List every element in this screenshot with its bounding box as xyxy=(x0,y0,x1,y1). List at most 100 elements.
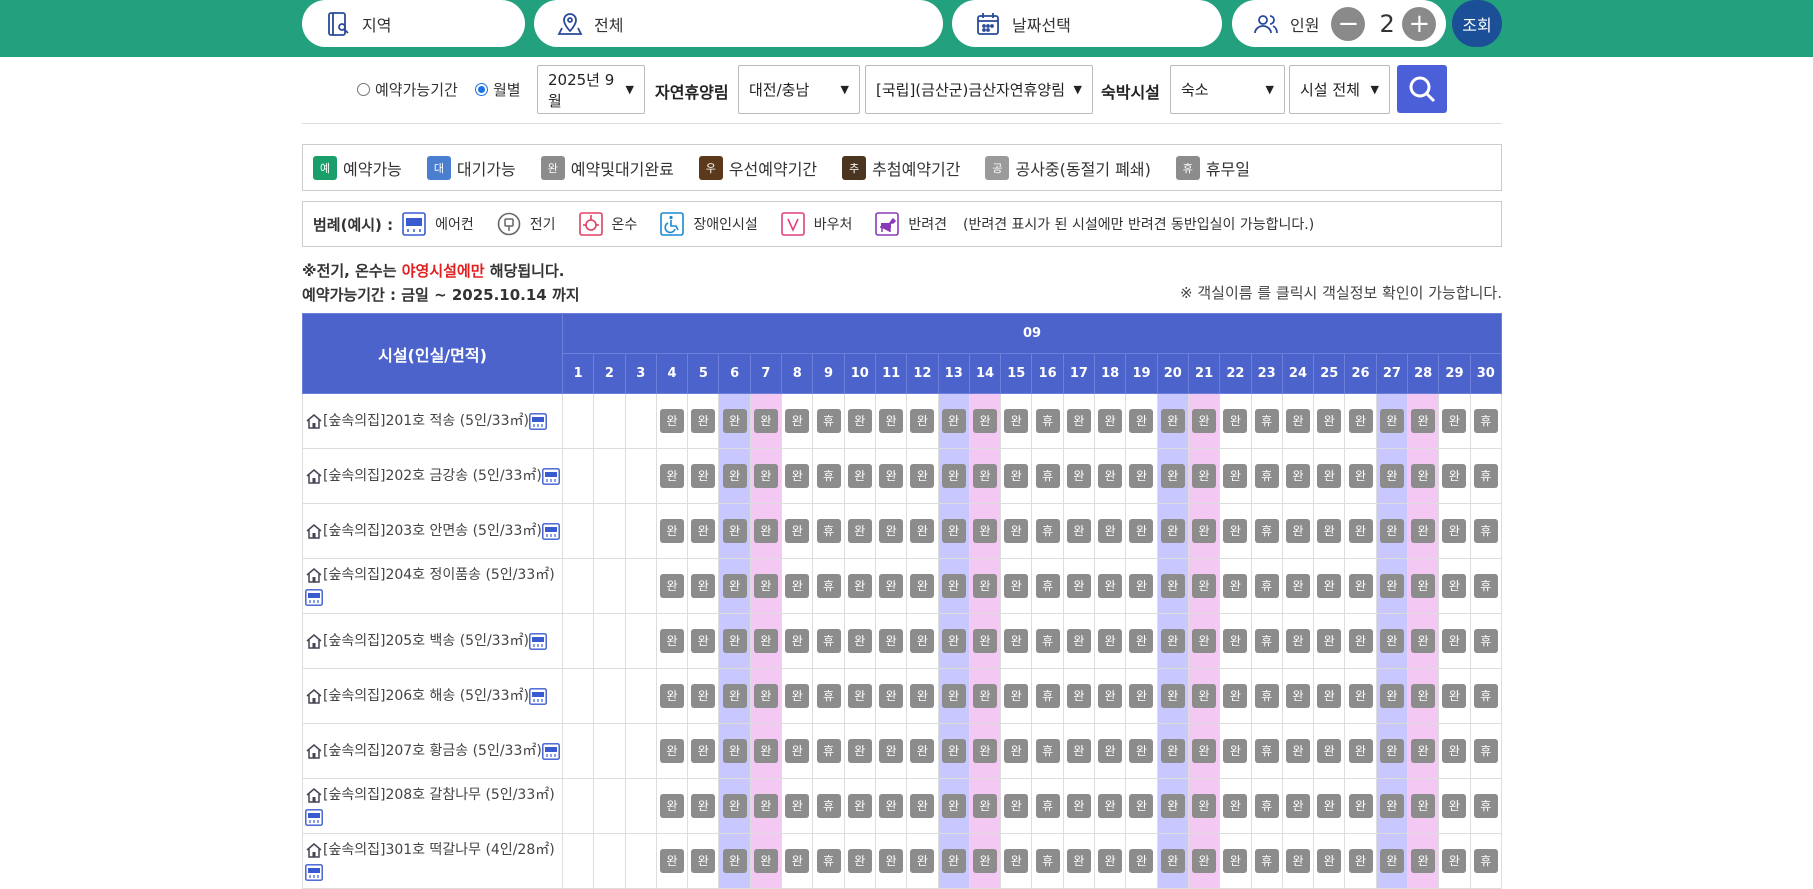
room-name-cell[interactable]: [숲속의집]203호 안면송 (5인/33㎡) xyxy=(302,503,563,559)
facility-select[interactable]: 시설 전체 ▼ xyxy=(1289,65,1390,114)
booked-badge: 완 xyxy=(1004,794,1029,818)
legend-disabled: 장애인시설 xyxy=(659,211,758,237)
people-selector: 인원 − 2 + xyxy=(1232,0,1446,47)
day-cell: 완 xyxy=(843,503,876,559)
day-header: 29 xyxy=(1438,353,1471,394)
day-cell: 완 xyxy=(1344,393,1377,449)
legend-item: 휴 휴무일 xyxy=(1175,155,1250,180)
booked-badge: 완 xyxy=(1066,684,1091,708)
day-cell: 완 xyxy=(1407,723,1440,779)
room-name-cell[interactable]: [숲속의집]202호 금강송 (5인/33㎡) xyxy=(302,448,563,504)
radio-button-selected[interactable] xyxy=(475,83,488,96)
house-icon xyxy=(306,688,322,704)
room-name-cell[interactable]: [숲속의집]206호 해송 (5인/33㎡) xyxy=(302,668,563,724)
status-badge: 예 xyxy=(313,155,337,180)
day-cell: 완 xyxy=(1438,833,1471,889)
booked-badge: 완 xyxy=(1192,574,1217,598)
booked-badge: 완 xyxy=(1442,739,1467,763)
inquiry-button[interactable]: 조회 xyxy=(1452,0,1502,47)
note-reservation-period: 예약가능기간 : 금일 ~ 2025.10.14 까지 xyxy=(302,286,580,304)
booked-badge: 완 xyxy=(1192,629,1217,653)
day-cell xyxy=(561,558,595,614)
room-name-cell[interactable]: [숲속의집]205호 백송 (5인/33㎡) xyxy=(302,613,563,669)
day-cell: 완 xyxy=(937,723,970,779)
day-cell xyxy=(561,833,595,889)
day-cell: 완 xyxy=(1313,393,1346,449)
day-cell: 휴 xyxy=(812,668,845,724)
day-cell: 완 xyxy=(1438,448,1471,504)
room-name-cell[interactable]: [숲속의집]207호 황금송 (5인/33㎡) xyxy=(302,723,563,779)
booked-badge: 완 xyxy=(1379,629,1404,653)
closed-badge: 휴 xyxy=(816,409,841,433)
day-cell: 완 xyxy=(687,668,720,724)
region-selector[interactable]: 지역 xyxy=(302,0,525,47)
room-name[interactable]: [숲속의집]207호 황금송 (5인/33㎡) xyxy=(323,743,542,759)
booked-badge: 완 xyxy=(910,849,935,873)
month-select[interactable]: 2025년 9월 ▼ xyxy=(537,65,645,114)
room-name[interactable]: [숲속의집]201호 적송 (5인/33㎡) xyxy=(323,413,529,429)
booked-badge: 완 xyxy=(753,849,778,873)
room-name-cell[interactable]: [숲속의집]201호 적송 (5인/33㎡) xyxy=(302,393,563,449)
booked-badge: 완 xyxy=(1317,629,1342,653)
room-name[interactable]: [숲속의집]203호 안면송 (5인/33㎡) xyxy=(323,523,542,539)
day-cell: 완 xyxy=(1094,668,1127,724)
day-cell: 완 xyxy=(1375,723,1409,779)
day-cell: 완 xyxy=(1375,778,1409,834)
booked-badge: 완 xyxy=(847,684,872,708)
table-row: [숲속의집]202호 금강송 (5인/33㎡) 완 완 완 완 완 휴 완 완 완 완 완 완 휴 완 완 완 완… xyxy=(302,448,1503,504)
day-cell xyxy=(593,448,626,504)
day-cell: 휴 xyxy=(812,778,845,834)
day-cell xyxy=(561,723,595,779)
booked-badge: 완 xyxy=(941,849,966,873)
day-cell: 완 xyxy=(968,833,1002,889)
day-cell: 휴 xyxy=(812,833,845,889)
room-name-cell[interactable]: [숲속의집]208호 갈참나무 (5인/33㎡) xyxy=(302,778,563,834)
icon-legend-title: 범례(예시) : xyxy=(313,215,394,234)
region-select[interactable]: 대전/충남 ▼ xyxy=(738,65,860,114)
day-cell: 완 xyxy=(718,668,751,724)
day-cell: 완 xyxy=(937,448,970,504)
decrease-people-button[interactable]: − xyxy=(1331,6,1366,41)
room-name[interactable]: [숲속의집]208호 갈참나무 (5인/33㎡) xyxy=(323,787,555,803)
day-header: 23 xyxy=(1250,353,1283,394)
area-selector[interactable]: 전체 xyxy=(534,0,943,47)
voucher-icon xyxy=(780,211,806,237)
booked-badge: 완 xyxy=(973,409,997,433)
booked-badge: 완 xyxy=(1348,629,1373,653)
room-name[interactable]: [숲속의집]202호 금강송 (5인/33㎡) xyxy=(323,468,542,484)
increase-people-button[interactable]: + xyxy=(1402,6,1437,41)
filter-bar: 예약가능기간 월별 2025년 9월 ▼ 자연휴양림 대전/충남 ▼ [국립](금산… xyxy=(302,64,1502,124)
forest-select[interactable]: [국립](금산군)금산자연휴양림 ▼ xyxy=(865,65,1093,114)
closed-badge: 휴 xyxy=(1035,849,1060,873)
day-cell xyxy=(624,723,657,779)
search-button[interactable] xyxy=(1397,65,1447,113)
radio-button[interactable] xyxy=(357,83,370,96)
legend-aircon-label: 에어컨 xyxy=(435,217,474,233)
room-name-cell[interactable]: [숲속의집]301호 떡갈나무 (4인/28㎡) xyxy=(302,833,563,889)
day-header: 8 xyxy=(781,353,814,394)
air-conditioner-icon xyxy=(529,412,547,430)
air-conditioner-icon xyxy=(529,687,547,705)
room-name[interactable]: [숲속의집]206호 해송 (5인/33㎡) xyxy=(323,688,529,704)
radio-available-period[interactable]: 예약가능기간 xyxy=(357,79,458,100)
day-cell: 완 xyxy=(687,833,720,889)
date-selector[interactable]: 날짜선택 xyxy=(952,0,1222,47)
room-name[interactable]: [숲속의집]204호 정이품송 (5인/33㎡) xyxy=(323,567,555,583)
room-name[interactable]: [숲속의집]301호 떡갈나무 (4인/28㎡) xyxy=(323,842,555,858)
booked-badge: 완 xyxy=(1098,409,1123,433)
booked-badge: 완 xyxy=(1348,574,1373,598)
day-cell xyxy=(561,393,595,449)
radio-monthly[interactable]: 월별 xyxy=(475,79,521,100)
lodging-type-select[interactable]: 숙소 ▼ xyxy=(1170,65,1285,114)
room-name-cell[interactable]: [숲속의집]204호 정이품송 (5인/33㎡) xyxy=(302,558,563,614)
booked-badge: 완 xyxy=(1285,464,1310,488)
house-icon xyxy=(306,413,322,429)
day-cell: 완 xyxy=(718,778,751,834)
booked-badge: 완 xyxy=(785,464,810,488)
calendar-icon xyxy=(974,10,1002,38)
legend-pet-label: 반려견 xyxy=(908,217,947,233)
booked-badge: 완 xyxy=(910,684,935,708)
room-name[interactable]: [숲속의집]205호 백송 (5인/33㎡) xyxy=(323,633,529,649)
booked-badge: 완 xyxy=(785,739,810,763)
booked-badge: 완 xyxy=(1098,684,1123,708)
